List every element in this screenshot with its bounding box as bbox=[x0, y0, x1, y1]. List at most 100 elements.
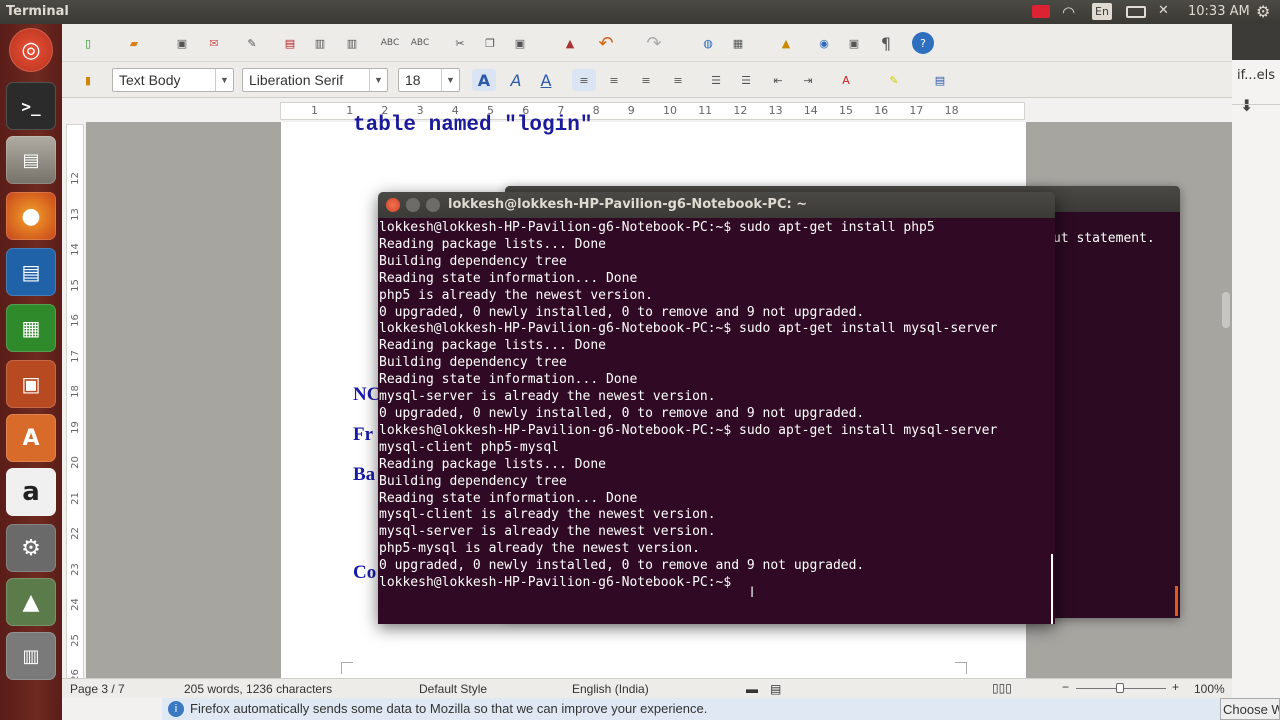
page-style[interactable]: Default Style bbox=[419, 682, 487, 696]
hyperlink-icon[interactable]: ◍ bbox=[696, 32, 720, 54]
formatting-toolbar: ▮ Text Body ▼ Liberation Serif ▼ 18 ▼ A A A… bbox=[62, 62, 1232, 98]
show-draw-icon[interactable]: ▲ bbox=[774, 32, 798, 54]
impress-icon[interactable]: ▣ bbox=[6, 360, 56, 408]
view-layout-icon[interactable]: ▯▯▯ bbox=[992, 681, 1012, 695]
pilcrow-icon[interactable]: ¶ bbox=[874, 32, 898, 54]
ubuntu-dash-icon[interactable]: ◎ bbox=[9, 28, 53, 72]
page-text-fragment-ba: Ba bbox=[353, 464, 376, 485]
highlight-icon[interactable]: ✎ bbox=[882, 69, 906, 91]
terminal-scrollbar[interactable] bbox=[1051, 554, 1053, 624]
align-left-icon[interactable]: ≡ bbox=[572, 69, 596, 91]
cut-icon[interactable]: ✂ bbox=[448, 32, 472, 54]
terminal-output[interactable]: lokkesh@lokkesh-HP-Pavilion-g6-Notebook-… bbox=[378, 218, 1055, 624]
undo-icon[interactable]: ↶ bbox=[594, 32, 618, 54]
background-color-icon[interactable]: ▤ bbox=[928, 69, 952, 91]
battery-icon[interactable] bbox=[1126, 6, 1146, 18]
decrease-indent-icon[interactable]: ⇤ bbox=[766, 69, 790, 91]
page-heading-fragment: table named "login" bbox=[353, 114, 592, 137]
underline-icon[interactable]: A bbox=[534, 69, 558, 91]
settings-icon[interactable]: ⚙ bbox=[6, 524, 56, 572]
styles-icon[interactable]: ▮ bbox=[76, 69, 100, 91]
vertical-ruler[interactable]: 12 13 14 15 16 17 18 19 20 21 22 23 24 25 26 bbox=[66, 124, 84, 684]
italic-icon[interactable]: A bbox=[504, 69, 528, 91]
print-icon[interactable]: ▥ bbox=[308, 32, 332, 54]
zoom-slider-handle[interactable] bbox=[1116, 683, 1124, 693]
zoom-in-button[interactable]: + bbox=[1172, 680, 1179, 694]
open-icon[interactable]: ▰ bbox=[122, 32, 146, 54]
firefox-icon[interactable]: ● bbox=[6, 192, 56, 240]
selection-mode-icon[interactable]: ▬ bbox=[746, 682, 758, 696]
text-cursor-icon: I bbox=[750, 585, 755, 601]
background-terminal-text: ut statement. bbox=[1053, 231, 1155, 246]
vruler-mark: 16 bbox=[69, 314, 81, 327]
clone-format-icon[interactable]: ▲ bbox=[558, 32, 582, 54]
calc-icon[interactable]: ▦ bbox=[6, 304, 56, 352]
increase-indent-icon[interactable]: ⇥ bbox=[796, 69, 820, 91]
word-count[interactable]: 205 words, 1236 characters bbox=[184, 682, 332, 696]
font-color-icon[interactable]: A bbox=[834, 69, 858, 91]
numbering-icon[interactable]: ☰ bbox=[704, 69, 728, 91]
help-icon[interactable]: ? bbox=[912, 32, 934, 54]
terminal-launcher-icon[interactable]: >_ bbox=[6, 82, 56, 130]
bullets-icon[interactable]: ☰ bbox=[734, 69, 758, 91]
paste-icon[interactable]: ▣ bbox=[508, 32, 532, 54]
font-name-value: Liberation Serif bbox=[249, 72, 344, 88]
minimize-icon[interactable] bbox=[406, 198, 420, 212]
choose-what-button[interactable]: Choose W bbox=[1220, 698, 1280, 720]
autospellcheck-icon[interactable]: ABC bbox=[408, 32, 432, 54]
vruler-mark: 21 bbox=[69, 491, 81, 505]
edit-mode-icon[interactable]: ✎ bbox=[240, 32, 264, 54]
email-icon[interactable]: ✉ bbox=[202, 32, 226, 54]
spellcheck-icon[interactable]: ABC bbox=[378, 32, 402, 54]
align-center-icon[interactable]: ≡ bbox=[602, 69, 626, 91]
gallery-icon[interactable]: ▣ bbox=[842, 32, 866, 54]
print-preview-icon[interactable]: ▥ bbox=[340, 32, 364, 54]
justify-icon[interactable]: ≡ bbox=[666, 69, 690, 91]
table-icon[interactable]: ▦ bbox=[726, 32, 750, 54]
navigator-icon[interactable]: ◉ bbox=[812, 32, 836, 54]
font-size-combo[interactable]: 18 ▼ bbox=[398, 68, 460, 92]
wifi-icon[interactable]: ◠ bbox=[1062, 3, 1075, 21]
software-updater-icon[interactable]: ▲ bbox=[6, 578, 56, 626]
notification-text: Firefox automatically sends some data to… bbox=[190, 701, 708, 716]
maximize-icon[interactable] bbox=[426, 198, 440, 212]
software-center-icon[interactable]: A bbox=[6, 414, 56, 462]
terminal-line: Reading package lists... Done bbox=[379, 338, 606, 354]
volume-icon[interactable]: ✕ bbox=[1158, 3, 1169, 18]
bold-icon[interactable]: A bbox=[472, 69, 496, 91]
scrollbar-thumb[interactable] bbox=[1222, 292, 1230, 328]
new-doc-icon[interactable]: ▯ bbox=[76, 32, 100, 54]
page-corner-mark bbox=[341, 662, 353, 674]
vruler-mark: 18 bbox=[69, 385, 81, 398]
chevron-down-icon: ▼ bbox=[215, 69, 233, 91]
download-icon[interactable]: ⬇ bbox=[1240, 96, 1253, 115]
copy-icon[interactable]: ❐ bbox=[478, 32, 502, 54]
keyboard-layout-indicator[interactable]: En bbox=[1092, 3, 1112, 20]
export-pdf-icon[interactable]: ▤ bbox=[278, 32, 302, 54]
record-icon[interactable] bbox=[1032, 5, 1050, 18]
font-name-combo[interactable]: Liberation Serif ▼ bbox=[242, 68, 388, 92]
firefox-tab-fragment[interactable]: if...els bbox=[1237, 68, 1275, 83]
gear-icon[interactable]: ⚙ bbox=[1256, 2, 1270, 21]
workspaces-icon[interactable]: ▥ bbox=[6, 632, 56, 680]
paragraph-style-combo[interactable]: Text Body ▼ bbox=[112, 68, 234, 92]
files-icon[interactable]: ▤ bbox=[6, 136, 56, 184]
save-icon[interactable]: ▣ bbox=[170, 32, 194, 54]
page-indicator[interactable]: Page 3 / 7 bbox=[70, 682, 125, 696]
terminal-titlebar[interactable]: lokkesh@lokkesh-HP-Pavilion-g6-Notebook-… bbox=[378, 192, 1055, 218]
ruler-mark: 18 bbox=[944, 104, 959, 117]
close-icon[interactable] bbox=[386, 198, 400, 212]
writer-icon[interactable]: ▤ bbox=[6, 248, 56, 296]
language[interactable]: English (India) bbox=[572, 682, 649, 696]
zoom-level[interactable]: 100% bbox=[1194, 682, 1225, 696]
terminal-line: 0 upgraded, 0 newly installed, 0 to remo… bbox=[379, 405, 865, 421]
terminal-window[interactable]: lokkesh@lokkesh-HP-Pavilion-g6-Notebook-… bbox=[378, 192, 1055, 624]
divider bbox=[1232, 104, 1280, 105]
redo-icon[interactable]: ↷ bbox=[642, 32, 666, 54]
ruler-mark: 9 bbox=[627, 104, 635, 117]
align-right-icon[interactable]: ≡ bbox=[634, 69, 658, 91]
clock[interactable]: 10:33 AM bbox=[1188, 4, 1250, 19]
firefox-notification-bar: i Firefox automatically sends some data … bbox=[162, 698, 1232, 720]
zoom-out-button[interactable]: − bbox=[1062, 680, 1069, 694]
amazon-icon[interactable]: a bbox=[6, 468, 56, 516]
